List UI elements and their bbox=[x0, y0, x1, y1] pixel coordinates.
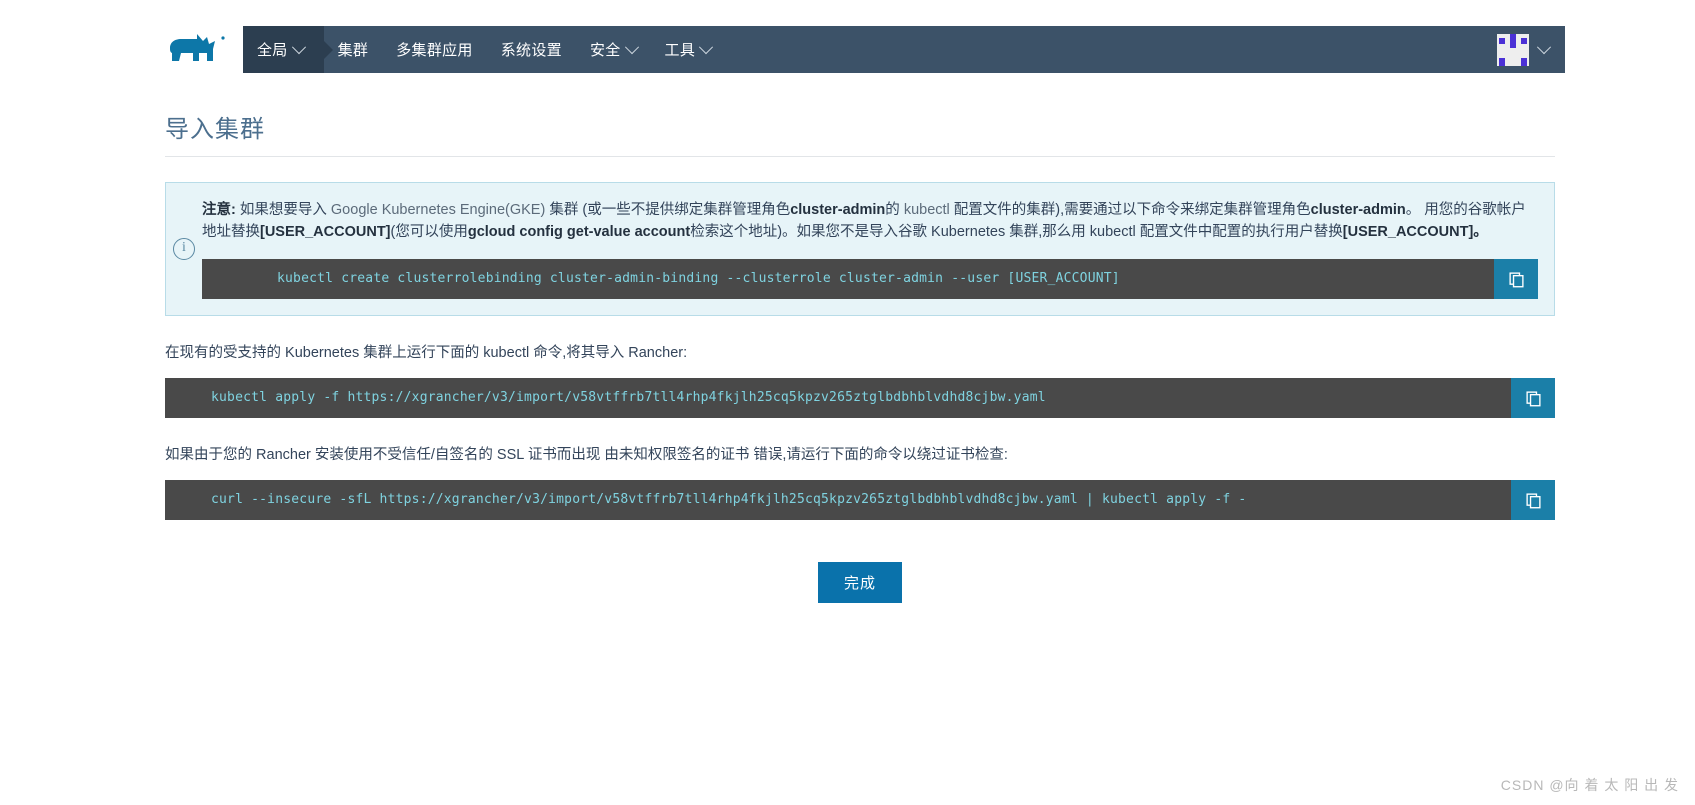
avatar[interactable] bbox=[1497, 33, 1529, 66]
page-title: 导入集群 bbox=[165, 116, 265, 143]
notice-paragraph: 注意: 如果想要导入 Google Kubernetes Engine(GKE)… bbox=[202, 199, 1538, 243]
nav-item-label: 工具 bbox=[664, 42, 696, 59]
insecure-command-block: curl --insecure -sfL https://xgrancher/v… bbox=[165, 480, 1555, 520]
header-user-area bbox=[1497, 26, 1565, 73]
notice-cluster-admin-2: cluster-admin bbox=[1310, 202, 1406, 218]
notice-gke: Google Kubernetes Engine(GKE) bbox=[330, 202, 546, 218]
notice-body: 注意: 如果想要导入 Google Kubernetes Engine(GKE)… bbox=[202, 183, 1554, 315]
insecure-command-text[interactable]: curl --insecure -sfL https://xgrancher/v… bbox=[165, 480, 1511, 520]
notice-t1: 如果想要导入 bbox=[235, 202, 331, 218]
chevron-down-icon bbox=[624, 39, 639, 54]
chevron-down-icon[interactable] bbox=[1536, 39, 1552, 54]
notice-prefix: 注意: bbox=[202, 202, 236, 218]
notice-t6: (您可以使用 bbox=[390, 224, 468, 240]
nav-item-label: 系统设置 bbox=[500, 42, 562, 59]
main-content: 导入集群 i 注意: 如果想要导入 Google Kubernetes Engi… bbox=[155, 73, 1565, 603]
notice-icon-column: i bbox=[166, 183, 202, 315]
nav-item-security[interactable]: 安全 bbox=[576, 26, 651, 73]
footer-actions: 完成 bbox=[155, 520, 1565, 603]
import-command-text[interactable]: kubectl apply -f https://xgrancher/v3/im… bbox=[165, 378, 1511, 418]
copy-button[interactable] bbox=[1511, 480, 1555, 520]
nav-item-label: 多集群应用 bbox=[396, 42, 473, 59]
notice-command-block: kubectl create clusterrolebinding cluste… bbox=[202, 259, 1538, 299]
nav-item-label: 全局 bbox=[257, 42, 288, 59]
notice-user-account-2: [USER_ACCOUNT]。 bbox=[1342, 224, 1488, 240]
nav-item-system-settings[interactable]: 系统设置 bbox=[487, 26, 576, 73]
nav-item-label: 安全 bbox=[589, 42, 621, 59]
notice-t2: 集群 (或一些不提供绑定集群管理角色 bbox=[545, 202, 791, 218]
nav-item-multi-cluster-apps[interactable]: 多集群应用 bbox=[382, 26, 487, 73]
nav-item-label: 集群 bbox=[337, 42, 369, 59]
notice-command-text[interactable]: kubectl create clusterrolebinding cluste… bbox=[202, 259, 1494, 299]
rancher-logo[interactable] bbox=[155, 26, 243, 73]
nav-menu: 全局 集群 多集群应用 系统设置 安全 工具 bbox=[243, 26, 1497, 73]
notice-cluster-admin-1: cluster-admin bbox=[790, 202, 886, 218]
notice-t4: 配置文件的集群),需要通过以下命令来绑定集群管理角色 bbox=[949, 202, 1311, 218]
notice-user-account-1: [USER_ACCOUNT] bbox=[260, 224, 391, 240]
chevron-down-icon bbox=[699, 39, 714, 54]
copy-button[interactable] bbox=[1511, 378, 1555, 418]
notice-t3: 的 bbox=[885, 202, 904, 218]
cow-logo-icon bbox=[170, 33, 225, 61]
info-icon: i bbox=[173, 238, 195, 260]
notice-t7: 检索这个地址)。如果您不是导入谷歌 Kubernetes 集群,那么用 kube… bbox=[690, 224, 1343, 240]
notice-kubectl: kubectl bbox=[903, 202, 950, 218]
insecure-description: 如果由于您的 Rancher 安装使用不受信任/自签名的 SSL 证书而出现 由… bbox=[165, 447, 1008, 463]
app-root: 全局 集群 多集群应用 系统设置 安全 工具 导入集群 i 注意: 如果想要导入… bbox=[0, 0, 1695, 805]
done-button[interactable]: 完成 bbox=[817, 562, 902, 603]
copy-button[interactable] bbox=[1494, 259, 1538, 299]
notice-gcloud-cmd: gcloud config get-value account bbox=[467, 224, 691, 240]
top-navbar: 全局 集群 多集群应用 系统设置 安全 工具 bbox=[155, 26, 1565, 73]
chevron-down-icon bbox=[291, 39, 306, 54]
copy-icon bbox=[1525, 492, 1541, 508]
import-command-block: kubectl apply -f https://xgrancher/v3/im… bbox=[165, 378, 1555, 418]
gke-notice-banner: i 注意: 如果想要导入 Google Kubernetes Engine(GK… bbox=[165, 182, 1555, 316]
copy-icon bbox=[1508, 271, 1524, 287]
title-divider bbox=[165, 156, 1555, 157]
import-description: 在现有的受支持的 Kubernetes 集群上运行下面的 kubectl 命令,… bbox=[165, 345, 688, 361]
nav-item-global[interactable]: 全局 bbox=[243, 26, 324, 73]
copy-icon bbox=[1525, 390, 1541, 406]
nav-item-tools[interactable]: 工具 bbox=[651, 26, 726, 73]
watermark: CSDN @向 着 太 阳 出 发 bbox=[1500, 777, 1679, 793]
